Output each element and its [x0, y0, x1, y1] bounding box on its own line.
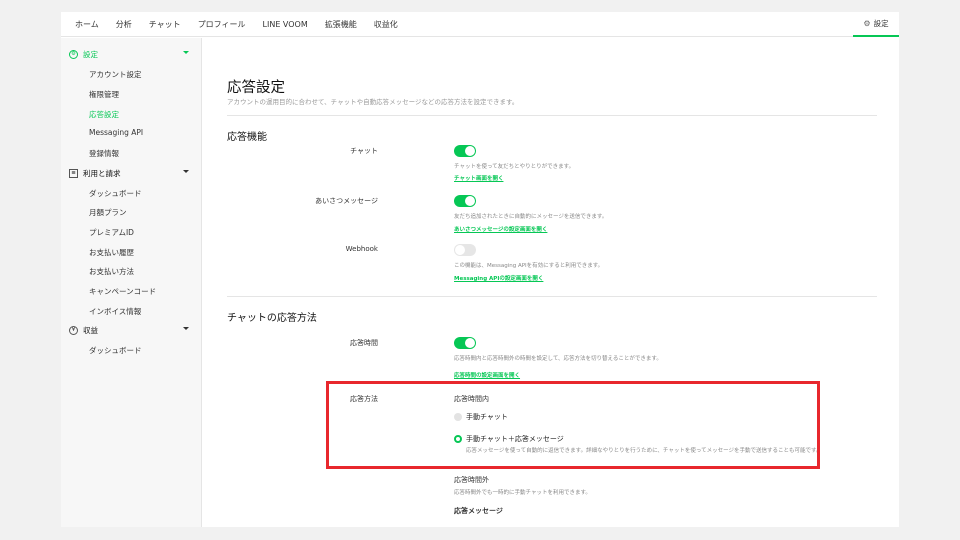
sidebar-section-revenue[interactable]: ¥ 収益 — [69, 325, 189, 336]
webhook-label: Webhook — [345, 245, 378, 253]
page-description: アカウントの運用目的に合わせて、チャットや自動応答メッセージなどの応答方法を設定… — [227, 98, 519, 106]
greeting-label: あいさつメッセージ — [315, 197, 378, 205]
sidebar-item-monthly-plan[interactable]: 月額プラン — [89, 207, 127, 218]
sidebar-item-permissions[interactable]: 権限管理 — [89, 89, 119, 100]
webhook-toggle[interactable] — [454, 244, 476, 256]
sidebar-item-campaign-code[interactable]: キャンペーンコード — [89, 286, 156, 297]
sidebar-section-label: 利用と請求 — [83, 169, 121, 178]
receipt-icon: ≡ — [69, 169, 78, 178]
sidebar-item-payment-history[interactable]: お支払い履歴 — [89, 247, 134, 258]
sidebar-item-premium-id[interactable]: プレミアムID — [89, 227, 134, 238]
sidebar-item-payment-method[interactable]: お支払い方法 — [89, 266, 134, 277]
nav-settings-label: 設定 — [873, 19, 889, 28]
nav-monetization[interactable]: 収益化 — [374, 19, 398, 30]
greeting-link[interactable]: あいさつメッセージの設定画面を開く — [454, 225, 547, 233]
webhook-help: この機能は、Messaging APIを有効にすると利用できます。 — [454, 263, 604, 269]
sidebar-section-label: 収益 — [83, 326, 98, 335]
nav-settings-tab[interactable]: ⚙ 設定 — [853, 12, 899, 37]
sidebar-item-dashboard[interactable]: ダッシュボード — [89, 188, 142, 199]
greeting-toggle[interactable] — [454, 195, 476, 207]
caret-down-icon — [183, 51, 189, 54]
chat-link[interactable]: チャット画面を開く — [454, 174, 503, 182]
section-title-features: 応答機能 — [227, 132, 267, 143]
chat-toggle[interactable] — [454, 145, 476, 157]
webhook-link[interactable]: Messaging APIの設定画面を開く — [454, 274, 543, 282]
divider — [227, 115, 877, 116]
sidebar-item-messaging-api[interactable]: Messaging API — [89, 128, 143, 137]
gear-icon: ⚙ — [69, 50, 78, 59]
nav-home[interactable]: ホーム — [75, 19, 99, 30]
nav-line-voom[interactable]: LINE VOOM — [263, 20, 308, 29]
page-title: 応答設定 — [227, 80, 285, 96]
hours-toggle[interactable] — [454, 337, 476, 349]
hours-label: 応答時間 — [350, 339, 378, 347]
outside-hours-help: 応答時間外でも一時的に手動チャットを利用できます。 — [454, 490, 591, 496]
outside-hours-label: 応答時間外 — [454, 476, 489, 484]
sidebar-item-invoice[interactable]: インボイス情報 — [89, 306, 141, 317]
chat-help: チャットを使って友だちとやりとりができます。 — [454, 164, 575, 170]
top-navigation: ホーム 分析 チャット プロフィール LINE VOOM 拡張機能 収益化 ⚙ … — [61, 12, 899, 37]
divider — [227, 296, 877, 297]
caret-down-icon — [183, 327, 189, 330]
sidebar-item-registration[interactable]: 登録情報 — [89, 148, 119, 159]
yen-icon: ¥ — [69, 326, 78, 335]
highlight-box — [326, 381, 820, 469]
sidebar-item-account-settings[interactable]: アカウント設定 — [89, 69, 142, 80]
sidebar-item-revenue-dashboard[interactable]: ダッシュボード — [89, 345, 142, 356]
hours-link[interactable]: 応答時間の設定画面を開く — [454, 371, 520, 379]
nav-extensions[interactable]: 拡張機能 — [325, 19, 357, 30]
response-message-label: 応答メッセージ — [454, 507, 503, 515]
sidebar-section-billing[interactable]: ≡ 利用と請求 — [69, 168, 189, 179]
greeting-help: 友だち追加されたときに自動的にメッセージを送信できます。 — [454, 214, 608, 220]
sidebar-section-settings[interactable]: ⚙ 設定 — [69, 49, 189, 60]
section-title-response-method: チャットの応答方法 — [227, 313, 317, 324]
caret-down-icon — [183, 170, 189, 173]
sidebar-item-response-settings[interactable]: 応答設定 — [89, 109, 119, 120]
sidebar: ⚙ 設定 アカウント設定 権限管理 応答設定 Messaging API 登録情… — [61, 38, 202, 527]
gear-icon: ⚙ — [863, 19, 871, 28]
sidebar-section-label: 設定 — [83, 50, 98, 59]
nav-profile[interactable]: プロフィール — [198, 19, 246, 30]
nav-analytics[interactable]: 分析 — [116, 19, 132, 30]
nav-chat[interactable]: チャット — [149, 19, 181, 30]
chat-label: チャット — [350, 147, 378, 155]
hours-help: 応答時間内と応答時間外の時間を設定して、応答方法を切り替えることができます。 — [454, 356, 662, 362]
